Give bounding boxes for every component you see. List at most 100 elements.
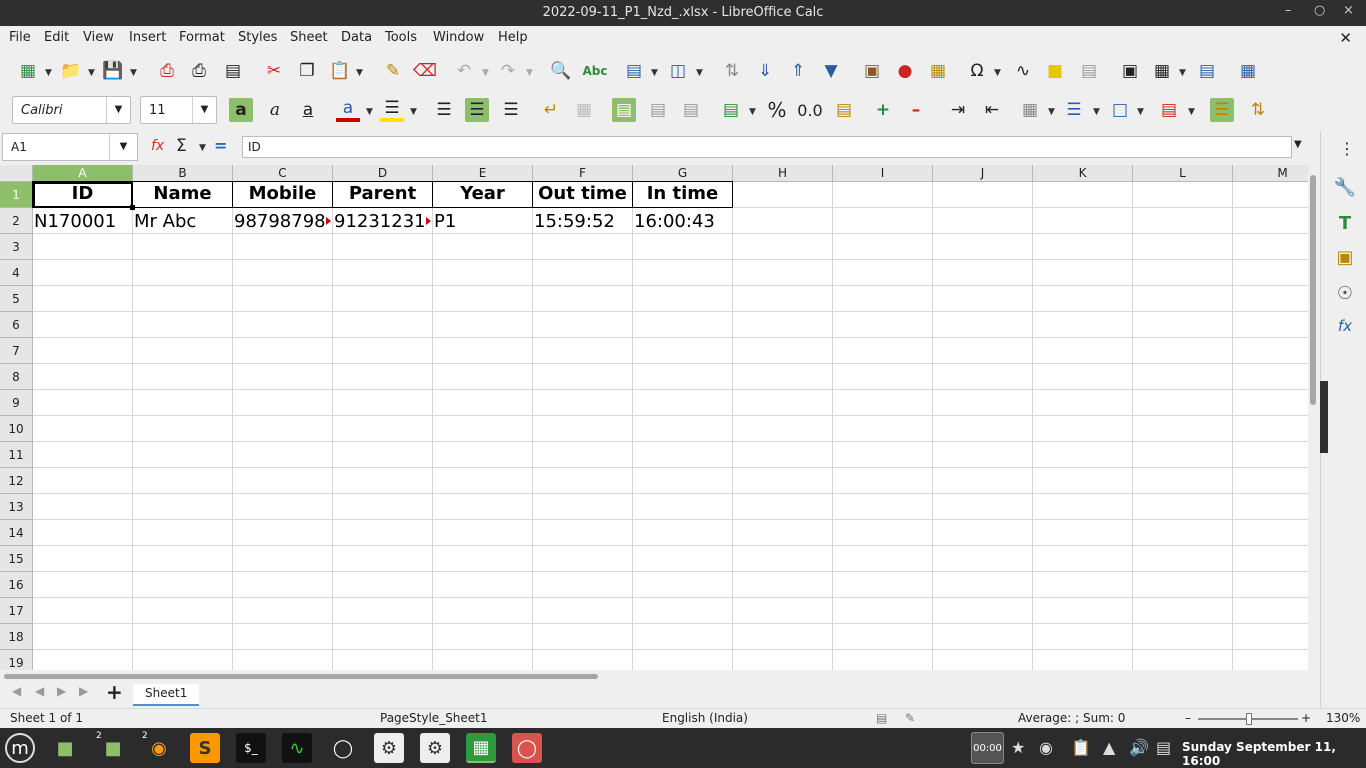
menu-insert[interactable]: Insert [129, 30, 166, 45]
find-replace-icon[interactable]: 🔍 [549, 59, 573, 83]
column-header-e[interactable]: E [433, 165, 533, 182]
show-grid-lines-icon[interactable]: ☰ [1210, 98, 1234, 122]
row-header-5[interactable]: 5 [0, 286, 33, 312]
add-decimal-icon[interactable]: + [871, 98, 895, 122]
chevron-down-icon[interactable]: ▼ [88, 68, 95, 78]
number-format-icon[interactable]: 0.0 [797, 98, 822, 122]
firefox-icon[interactable]: 2 ◉ [142, 731, 174, 763]
timer-indicator[interactable]: 00:00 [971, 732, 1004, 764]
cell-f1[interactable]: Out time [532, 181, 633, 208]
increase-indent-icon[interactable]: ⇥ [946, 98, 970, 122]
font-color-icon[interactable]: a [336, 98, 360, 122]
menu-help[interactable]: Help [498, 30, 528, 45]
menu-tools[interactable]: Tools [385, 30, 417, 45]
mint-menu-icon[interactable]: m [5, 733, 35, 763]
conditional-format-icon[interactable]: ▤ [1157, 98, 1181, 122]
row-header-12[interactable]: 12 [0, 468, 33, 494]
italic-icon[interactable]: a [263, 98, 287, 122]
expand-formula-bar-icon[interactable]: ▼ [1294, 139, 1302, 150]
menu-file[interactable]: File [9, 30, 31, 45]
column-icon[interactable]: ◫ [666, 59, 690, 83]
clipboard-icon[interactable]: 📋 [1071, 738, 1091, 757]
row-header-1[interactable]: 1 [0, 182, 33, 208]
cell-b2[interactable]: Mr Abc [134, 211, 231, 232]
terminal-icon[interactable]: $_ [236, 733, 266, 763]
page-style[interactable]: PageStyle_Sheet1 [380, 711, 488, 725]
column-header-i[interactable]: I [833, 165, 933, 182]
sheet-tab-sheet1[interactable]: Sheet1 [133, 684, 200, 706]
glasses-app-icon[interactable]: ◯ [512, 733, 542, 763]
language-status[interactable]: English (India) [662, 711, 748, 725]
network-wifi-icon[interactable]: ▲ [1103, 738, 1115, 757]
row-header-17[interactable]: 17 [0, 598, 33, 624]
sort-icon[interactable]: ⇅ [720, 59, 744, 83]
sort-ascending-icon[interactable]: ⇓ [753, 59, 777, 83]
sidebar-menu-icon[interactable]: ⋮ [1339, 139, 1355, 158]
cell-e1[interactable]: Year [432, 181, 533, 208]
zoom-out-icon[interactable]: – [1185, 711, 1191, 725]
column-header-j[interactable]: J [933, 165, 1033, 182]
horizontal-scroll-thumb[interactable] [4, 674, 598, 679]
row-header-16[interactable]: 16 [0, 572, 33, 598]
minimize-icon[interactable]: – [1285, 3, 1292, 18]
column-header-a[interactable]: A [33, 165, 133, 182]
autofill-handle[interactable] [130, 205, 135, 210]
menu-sheet[interactable]: Sheet [290, 30, 328, 45]
row-header-4[interactable]: 4 [0, 260, 33, 286]
chevron-down-icon[interactable]: ▼ [1137, 107, 1144, 117]
save-icon[interactable]: 💾 [101, 59, 125, 83]
cell-g2[interactable]: 16:00:43 [634, 211, 731, 232]
update-manager-icon[interactable]: ◉ [1039, 738, 1053, 757]
selection-mode-icon[interactable]: ▤ [876, 711, 887, 725]
cell-a1[interactable]: ID [32, 181, 133, 208]
currency-format-icon[interactable]: ▤ [719, 98, 743, 122]
column-header-k[interactable]: K [1033, 165, 1133, 182]
obs-studio-icon[interactable]: ◯ [328, 733, 358, 763]
borders-icon[interactable]: ▦ [1018, 98, 1042, 122]
cell-b1[interactable]: Name [132, 181, 233, 208]
properties-icon[interactable]: 🔧 [1333, 177, 1357, 201]
document-modified-icon[interactable]: ✎ [905, 711, 915, 725]
files-folder-icon[interactable]: ■ [50, 733, 80, 763]
chevron-down-icon[interactable]: ▼ [356, 68, 363, 78]
chevron-down-icon[interactable]: ▼ [526, 68, 533, 78]
insert-chart-icon[interactable]: ● [893, 59, 917, 83]
align-top-icon[interactable]: ▤ [612, 98, 636, 122]
settings-gear-icon[interactable]: ⚙ [374, 733, 404, 763]
cell-d1[interactable]: Parent [332, 181, 433, 208]
selection-summary[interactable]: Average: ; Sum: 0 [1018, 711, 1125, 725]
paste-icon[interactable]: 📋 [328, 59, 352, 83]
cell-a2[interactable]: N170001 [34, 211, 131, 232]
sublime-text-icon[interactable]: S [190, 733, 220, 763]
system-monitor-icon[interactable]: ∿ [282, 733, 312, 763]
cell-c1[interactable]: Mobile [232, 181, 333, 208]
redo-icon[interactable]: ↷ [496, 59, 520, 83]
notes-icon[interactable]: ▤ [1156, 738, 1171, 757]
define-print-area-icon[interactable]: ▣ [1118, 59, 1142, 83]
zoom-in-icon[interactable]: + [1301, 711, 1311, 725]
autofilter-icon[interactable]: ▼ [819, 59, 843, 83]
freeze-rows-columns-icon[interactable]: ▦ [1150, 59, 1174, 83]
merge-center-icon[interactable]: ▦ [572, 98, 596, 122]
menu-styles[interactable]: Styles [238, 30, 277, 45]
column-header-c[interactable]: C [233, 165, 333, 182]
date-format-icon[interactable]: ▤ [832, 98, 856, 122]
chevron-down-icon[interactable]: ▼ [1048, 107, 1055, 117]
chevron-down-icon[interactable]: ▼ [696, 68, 703, 78]
name-box[interactable]: A1 ▼ [2, 133, 138, 161]
vertical-scrollbar[interactable] [1308, 165, 1320, 670]
row-header-9[interactable]: 9 [0, 390, 33, 416]
row-header-3[interactable]: 3 [0, 234, 33, 260]
system-settings-icon[interactable]: ⚙ [420, 733, 450, 763]
chevron-down-icon[interactable]: ▼ [199, 143, 206, 153]
column-header-d[interactable]: D [333, 165, 433, 182]
show-draw-functions-icon[interactable]: ▦ [1236, 59, 1260, 83]
track-changes-icon[interactable]: ⇅ [1246, 98, 1270, 122]
row-header-11[interactable]: 11 [0, 442, 33, 468]
undo-icon[interactable]: ↶ [452, 59, 476, 83]
chevron-down-icon[interactable]: ▼ [410, 107, 417, 117]
chevron-down-icon[interactable]: ▼ [130, 68, 137, 78]
previous-sheet-icon[interactable]: ◀ [35, 684, 44, 698]
border-style-icon[interactable]: ☰ [1062, 98, 1086, 122]
insert-image-icon[interactable]: ▣ [860, 59, 884, 83]
